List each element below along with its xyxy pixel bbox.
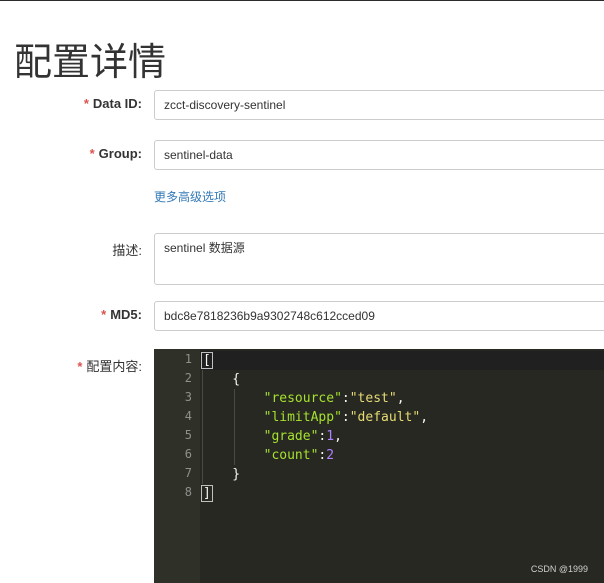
active-line-highlight: [200, 351, 604, 370]
top-border: [0, 0, 604, 1]
line-number: 7: [184, 466, 192, 480]
group-label: * Group:: [90, 146, 142, 161]
advanced-options-link[interactable]: 更多高级选项: [154, 188, 226, 205]
json-value: "test": [349, 391, 397, 406]
code-line: "grade":1,: [201, 427, 342, 446]
line-number: 1: [184, 352, 192, 366]
data-id-label-text: Data ID:: [92, 96, 142, 111]
content-label-text: 配置内容:: [86, 359, 142, 374]
group-field[interactable]: sentinel-data: [154, 140, 604, 170]
data-id-label: * Data ID:: [84, 96, 142, 111]
bracket-match: ]: [201, 485, 213, 502]
md5-label-text: MD5:: [110, 307, 142, 322]
data-id-field[interactable]: zcct-discovery-sentinel: [154, 90, 604, 120]
description-label: 描述:: [112, 243, 142, 258]
json-value: 1: [326, 429, 335, 444]
bracket-match: [: [201, 352, 213, 369]
json-key: "count": [263, 448, 319, 463]
group-label-text: Group:: [98, 146, 142, 161]
code-line: "limitApp":"default",: [201, 408, 428, 427]
watermark-text: CSDN @1999: [530, 564, 588, 574]
line-number: 4: [184, 409, 192, 423]
code-line: [: [201, 351, 213, 370]
md5-label: * MD5:: [101, 307, 142, 322]
line-number: 6: [184, 447, 192, 461]
required-mark: *: [101, 307, 107, 322]
json-key: "limitApp": [263, 410, 342, 425]
page-title: 配置详情: [14, 40, 167, 84]
json-value: 2: [326, 448, 335, 463]
line-number: 8: [184, 485, 192, 499]
required-mark: *: [77, 359, 83, 374]
required-mark: *: [89, 146, 95, 161]
json-colon: :: [341, 391, 350, 406]
line-number: 2: [184, 371, 192, 385]
code-editor[interactable]: 1 2 3 4 5 6 7 8 [ { "resource":"test", "…: [154, 349, 604, 583]
json-comma: ,: [420, 410, 429, 425]
editor-gutter: 1 2 3 4 5 6 7 8: [154, 349, 200, 583]
line-number: 5: [184, 428, 192, 442]
code-line: }: [201, 467, 241, 482]
code-line: "resource":"test",: [201, 389, 405, 408]
json-value: "default": [349, 410, 421, 425]
json-colon: :: [341, 410, 350, 425]
code-line: "count":2: [201, 446, 334, 465]
description-textarea[interactable]: sentinel 数据源: [154, 233, 604, 285]
json-comma: ,: [396, 391, 405, 406]
required-mark: *: [83, 96, 89, 111]
code-line: {: [201, 372, 241, 387]
code-line: ]: [201, 484, 213, 503]
json-key: "resource": [263, 391, 342, 406]
json-key: "grade": [263, 429, 319, 444]
md5-field[interactable]: bdc8e7818236b9a9302748c612cced09: [154, 301, 604, 331]
line-number: 3: [184, 390, 192, 404]
content-label: * 配置内容:: [77, 356, 142, 375]
json-comma: ,: [334, 429, 342, 444]
